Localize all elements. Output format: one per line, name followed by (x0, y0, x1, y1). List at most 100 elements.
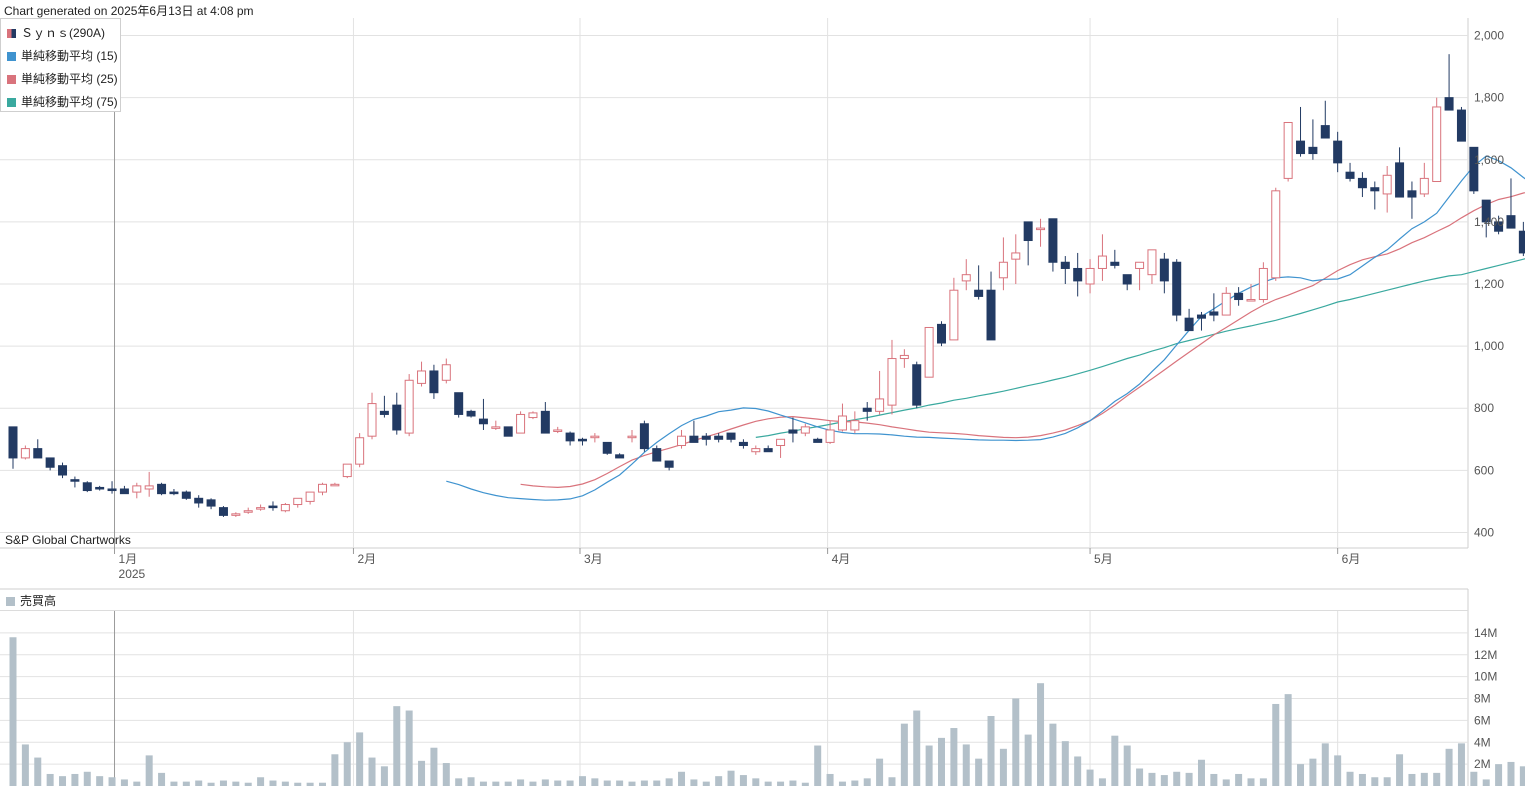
candle (664, 460, 674, 471)
candle (751, 445, 761, 455)
candle-body (1085, 267, 1095, 285)
volume-bar (975, 758, 983, 786)
month-tick-label: 6月 (1342, 552, 1361, 566)
volume-bar (1519, 766, 1525, 786)
volume-bar (120, 779, 128, 786)
candle (937, 321, 946, 347)
candle (1036, 218, 1046, 247)
candle (1283, 121, 1293, 182)
candle-body (528, 412, 538, 419)
candle (924, 326, 934, 378)
volume-bar (1024, 734, 1032, 786)
candle-body (1432, 106, 1442, 183)
volume-bar (665, 778, 673, 786)
legend-item-ma15[interactable]: 単純移動平均 (15) (7, 47, 118, 64)
volume-bar (244, 782, 252, 786)
volume-bar (1012, 698, 1020, 786)
candle-body (429, 370, 439, 394)
candle (157, 482, 167, 496)
candle-body (1283, 121, 1293, 179)
candle (417, 361, 427, 387)
volume-bar (1383, 777, 1391, 786)
volume-bar (1420, 772, 1428, 786)
candle (726, 432, 736, 443)
price-tick-label: 600 (1474, 463, 1494, 477)
candle (540, 402, 550, 434)
candle (70, 476, 80, 488)
candle (243, 507, 253, 514)
candle (1110, 249, 1120, 269)
candle (1221, 287, 1231, 316)
legend-item-ticker[interactable]: Ｓｙｎｓ(290A) (7, 24, 105, 41)
legend-item-ma75[interactable]: 単純移動平均 (75) (7, 93, 118, 110)
volume-bar (1247, 778, 1255, 786)
candle (912, 361, 922, 409)
volume-tick-label: 10M (1474, 670, 1497, 684)
chart-canvas[interactable]: 2,0001,8001,6001,4001,2001,000800600400 … (0, 0, 1525, 788)
candle (441, 358, 451, 384)
volume-bar (702, 781, 710, 786)
candle (1432, 97, 1442, 183)
candle (565, 431, 575, 446)
legend-item-volume[interactable]: 売買高 (6, 592, 56, 609)
legend-item-ma25[interactable]: 単純移動平均 (25) (7, 70, 118, 87)
candle (1320, 100, 1330, 139)
volume-bar (492, 781, 500, 786)
candle (218, 506, 228, 517)
candle (1357, 172, 1367, 198)
candle (887, 339, 897, 415)
candle-body (998, 261, 1008, 279)
candle-body (441, 364, 451, 381)
candle-body (256, 507, 266, 510)
candle-body (1258, 267, 1268, 301)
volume-bar (331, 754, 339, 786)
candle-body (1271, 190, 1281, 279)
candle (318, 482, 327, 496)
volume-bar (628, 781, 636, 786)
volume-bar (405, 710, 413, 786)
price-tick-label: 1,400 (1474, 215, 1504, 229)
candle-body (280, 504, 290, 512)
candle (231, 512, 241, 517)
volume-bar (541, 779, 549, 786)
candle (379, 395, 389, 418)
volume-bar (207, 782, 215, 786)
candle-body (454, 392, 464, 415)
volume-tick-label: 2M (1474, 757, 1491, 771)
volume-bar (1037, 683, 1045, 786)
candle-body (1444, 97, 1454, 111)
candle-body (8, 426, 18, 459)
price-tick-label: 1,200 (1474, 277, 1504, 291)
volume-bar (554, 780, 562, 786)
volume-bar (517, 779, 525, 786)
candle (813, 437, 823, 443)
candle-body (404, 379, 414, 434)
volume-bar (1272, 703, 1280, 786)
volume-bar (1111, 735, 1119, 786)
candle-body (1333, 140, 1343, 164)
candle-body (837, 415, 847, 431)
candle (132, 482, 142, 499)
candle-body (1506, 215, 1516, 229)
volume-bar (1061, 741, 1069, 786)
candle-body (268, 505, 278, 509)
candle-body (58, 465, 68, 476)
price-tick-label: 1,000 (1474, 339, 1504, 353)
volume-bar (1445, 748, 1453, 786)
candle (280, 502, 290, 513)
volume-bar (876, 758, 884, 786)
candle-body (169, 491, 179, 495)
volume-bar (108, 777, 116, 786)
candle-body (305, 491, 315, 502)
candle-body (788, 429, 798, 434)
candle-body (243, 510, 253, 513)
candle-body (627, 435, 637, 439)
volume-bar (281, 781, 289, 786)
candle (119, 485, 129, 495)
candle (689, 420, 699, 443)
candle-body (577, 438, 587, 442)
candle (899, 349, 909, 368)
candle-body (974, 289, 984, 297)
volume-bar (1433, 772, 1441, 786)
volume-bar (826, 773, 834, 786)
